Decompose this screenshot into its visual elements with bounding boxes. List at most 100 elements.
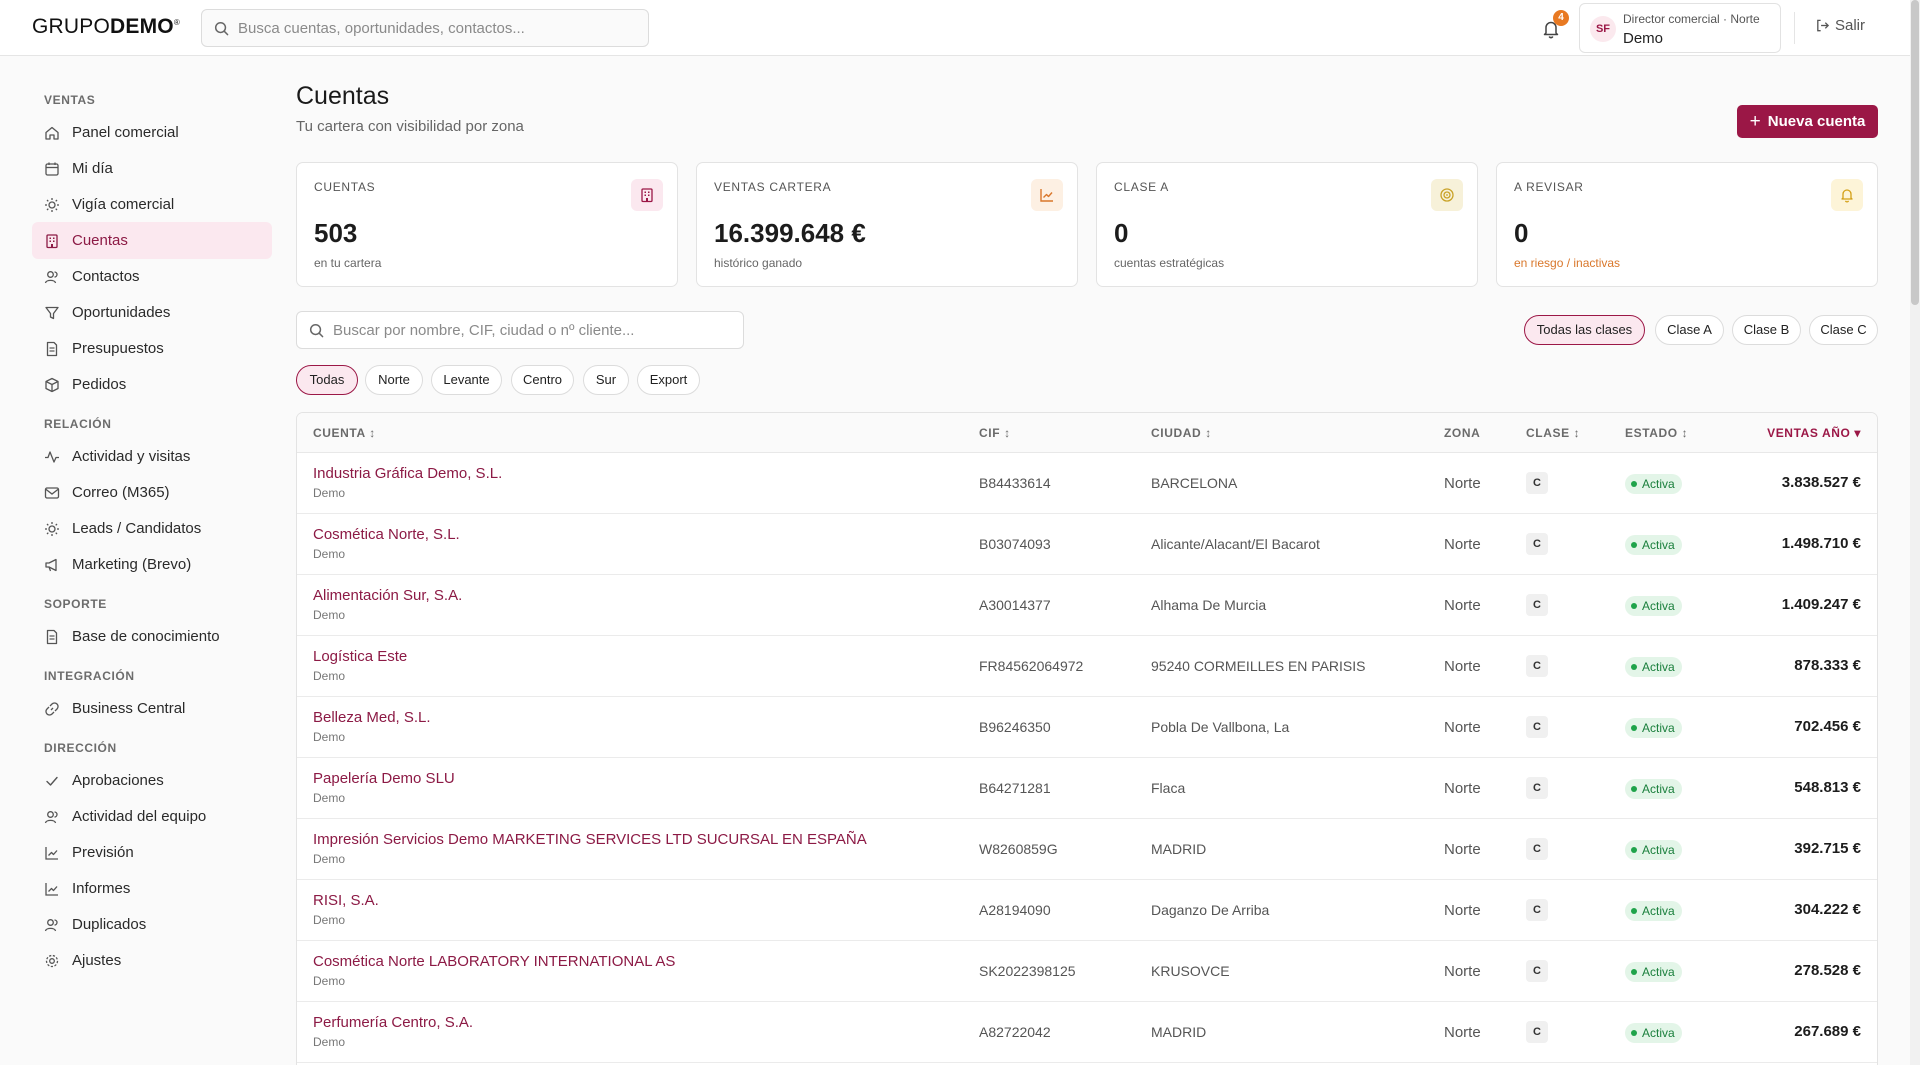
table-row[interactable]: Belleza Med, S.L. Demo B96246350 Pobla D… (297, 697, 1877, 758)
account-name-link[interactable]: Alimentación Sur, S.A. (313, 587, 462, 604)
account-class-badge: C (1526, 960, 1548, 982)
sidebar-item-cuentas[interactable]: Cuentas (32, 222, 272, 259)
sidebar-item-oportunidades[interactable]: Oportunidades (32, 294, 272, 331)
account-name-link[interactable]: Logística Este (313, 648, 407, 665)
class-filter-all[interactable]: Todas las clases (1524, 315, 1645, 345)
table-row[interactable]: Perfumería Centro, S.A. Demo A82722042 M… (297, 1002, 1877, 1063)
account-cif: W8260859G (979, 841, 1058, 857)
column-header-clase[interactable]: CLASE ↕ (1526, 426, 1580, 440)
column-header-cuenta[interactable]: CUENTA ↕ (313, 426, 376, 440)
global-search[interactable] (201, 9, 649, 47)
column-header-cif[interactable]: CIF ↕ (979, 426, 1011, 440)
account-city: Daganzo De Arriba (1151, 902, 1270, 918)
sidebar-item-pedidos[interactable]: Pedidos (32, 366, 272, 403)
sidebar-item-aprobaciones[interactable]: Aprobaciones (32, 762, 272, 799)
status-badge: Activa (1625, 718, 1682, 738)
accounts-search-input[interactable] (333, 312, 733, 348)
account-zone: Norte (1444, 658, 1481, 675)
top-bar: GRUPODEMO® 4 SF Director comercial · Nor… (0, 0, 1910, 56)
sidebar-item-prevision[interactable]: Previsión (32, 834, 272, 871)
account-name-link[interactable]: Impresión Servicios Demo MARKETING SERVI… (313, 831, 867, 848)
new-account-button[interactable]: + Nueva cuenta (1737, 105, 1878, 138)
user-menu[interactable]: SF Director comercial · Norte Demo (1579, 3, 1781, 53)
sidebar-item-actividad-visitas[interactable]: Actividad y visitas (32, 438, 272, 475)
account-city: Pobla De Vallbona, La (1151, 719, 1290, 735)
account-name-link[interactable]: Cosmética Norte, S.L. (313, 526, 460, 543)
sidebar-item-duplicados[interactable]: Duplicados (32, 906, 272, 943)
chart-line-icon (1040, 189, 1053, 202)
sidebar-item-label: Marketing (Brevo) (72, 556, 192, 573)
calendar-icon (45, 162, 59, 176)
account-name-link[interactable]: Perfumería Centro, S.A. (313, 1014, 473, 1031)
table-row[interactable]: Papelería Demo SLU Demo B64271281 Flaca … (297, 758, 1877, 819)
table-row[interactable]: Impresión Servicios Demo MARKETING SERVI… (297, 819, 1877, 880)
sidebar-item-vigia-comercial[interactable]: Vigía comercial (32, 186, 272, 223)
account-cif: A82722042 (979, 1024, 1051, 1040)
zone-filter-levante[interactable]: Levante (431, 365, 502, 395)
status-dot-icon (1631, 1030, 1637, 1036)
sidebar-item-panel-comercial[interactable]: Panel comercial (32, 114, 272, 151)
global-search-input[interactable] (238, 10, 638, 46)
zone-filter-sur[interactable]: Sur (583, 365, 629, 395)
sidebar-item-mi-dia[interactable]: Mi día (32, 150, 272, 187)
account-name-link[interactable]: Belleza Med, S.L. (313, 709, 431, 726)
account-subtitle: Demo (313, 1035, 346, 1049)
account-name-link[interactable]: RISI, S.A. (313, 892, 379, 909)
section-title-ventas: VENTAS (44, 93, 96, 107)
status-label: Activa (1642, 477, 1675, 491)
column-header-ventas[interactable]: VENTAS AÑO ▾ (1767, 426, 1861, 440)
sidebar-item-presupuestos[interactable]: Presupuestos (32, 330, 272, 367)
account-name-link[interactable]: Papelería Demo SLU (313, 770, 455, 787)
class-filter-a[interactable]: Clase A (1655, 315, 1724, 345)
table-row[interactable]: Cosmética Norte, S.L. Demo B03074093 Ali… (297, 514, 1877, 575)
kpi-card-a-revisar: A REVISAR 0 en riesgo / inactivas (1496, 162, 1878, 287)
account-subtitle: Demo (313, 547, 346, 561)
sidebar-item-label: Actividad del equipo (72, 808, 207, 825)
table-row[interactable]: Industria Gráfica Demo, S.L. Demo B84433… (297, 453, 1877, 514)
kpi-card-clase-a: CLASE A 0 cuentas estratégicas (1096, 162, 1478, 287)
page-scrollbar-thumb[interactable] (1911, 0, 1919, 305)
account-sales: 1.409.247 € (1781, 596, 1861, 613)
sidebar-item-informes[interactable]: Informes (32, 870, 272, 907)
account-class-badge: C (1526, 472, 1548, 494)
account-name-link[interactable]: Cosmética Norte LABORATORY INTERNATIONAL… (313, 953, 675, 970)
kpi-sub: cuentas estratégicas (1114, 256, 1225, 270)
sidebar-item-leads[interactable]: Leads / Candidatos (32, 510, 272, 547)
sidebar-item-label: Mi día (72, 160, 113, 177)
class-filter-b[interactable]: Clase B (1732, 315, 1801, 345)
sidebar-item-actividad-equipo[interactable]: Actividad del equipo (32, 798, 272, 835)
brand-logo[interactable]: GRUPODEMO® (32, 15, 180, 39)
sidebar-item-marketing[interactable]: Marketing (Brevo) (32, 546, 272, 583)
section-title-integracion: INTEGRACIÓN (44, 669, 135, 683)
table-row[interactable]: Alimentación Sur, S.A. Demo A30014377 Al… (297, 575, 1877, 636)
account-subtitle: Demo (313, 974, 346, 988)
sidebar-item-label: Panel comercial (72, 124, 179, 141)
zone-filter-centro[interactable]: Centro (511, 365, 574, 395)
column-header-ciudad[interactable]: CIUDAD ↕ (1151, 426, 1212, 440)
column-header-estado[interactable]: ESTADO ↕ (1625, 426, 1688, 440)
document-icon (46, 341, 58, 357)
account-sales: 1.498.710 € (1781, 535, 1861, 552)
accounts-table: CUENTA ↕ CIF ↕ CIUDAD ↕ ZONA CLASE ↕ EST… (296, 412, 1878, 1065)
account-name-link[interactable]: Industria Gráfica Demo, S.L. (313, 465, 502, 482)
status-badge: Activa (1625, 596, 1682, 616)
class-filter-c[interactable]: Clase C (1809, 315, 1878, 345)
zone-filter-norte[interactable]: Norte (365, 365, 423, 395)
sidebar-item-contactos[interactable]: Contactos (32, 258, 272, 295)
logout-button[interactable]: Salir (1815, 17, 1865, 34)
sidebar-item-correo[interactable]: Correo (M365) (32, 474, 272, 511)
status-label: Activa (1642, 782, 1675, 796)
account-zone: Norte (1444, 1024, 1481, 1041)
account-zone: Norte (1444, 841, 1481, 858)
account-cif: B64271281 (979, 780, 1051, 796)
table-row[interactable]: Cosmética Norte LABORATORY INTERNATIONAL… (297, 941, 1877, 1002)
zone-filter-export[interactable]: Export (637, 365, 700, 395)
sidebar-item-ajustes[interactable]: Ajustes (32, 942, 272, 979)
zone-filter-todas[interactable]: Todas (296, 365, 358, 395)
sidebar-item-base-conocimiento[interactable]: Base de conocimiento (32, 618, 272, 655)
table-row[interactable]: Logística Este Demo FR84562064972 95240 … (297, 636, 1877, 697)
accounts-search[interactable] (296, 311, 744, 349)
sidebar-item-business-central[interactable]: Business Central (32, 690, 272, 727)
logout-icon (1817, 19, 1830, 32)
table-row[interactable]: RISI, S.A. Demo A28194090 Daganzo De Arr… (297, 880, 1877, 941)
